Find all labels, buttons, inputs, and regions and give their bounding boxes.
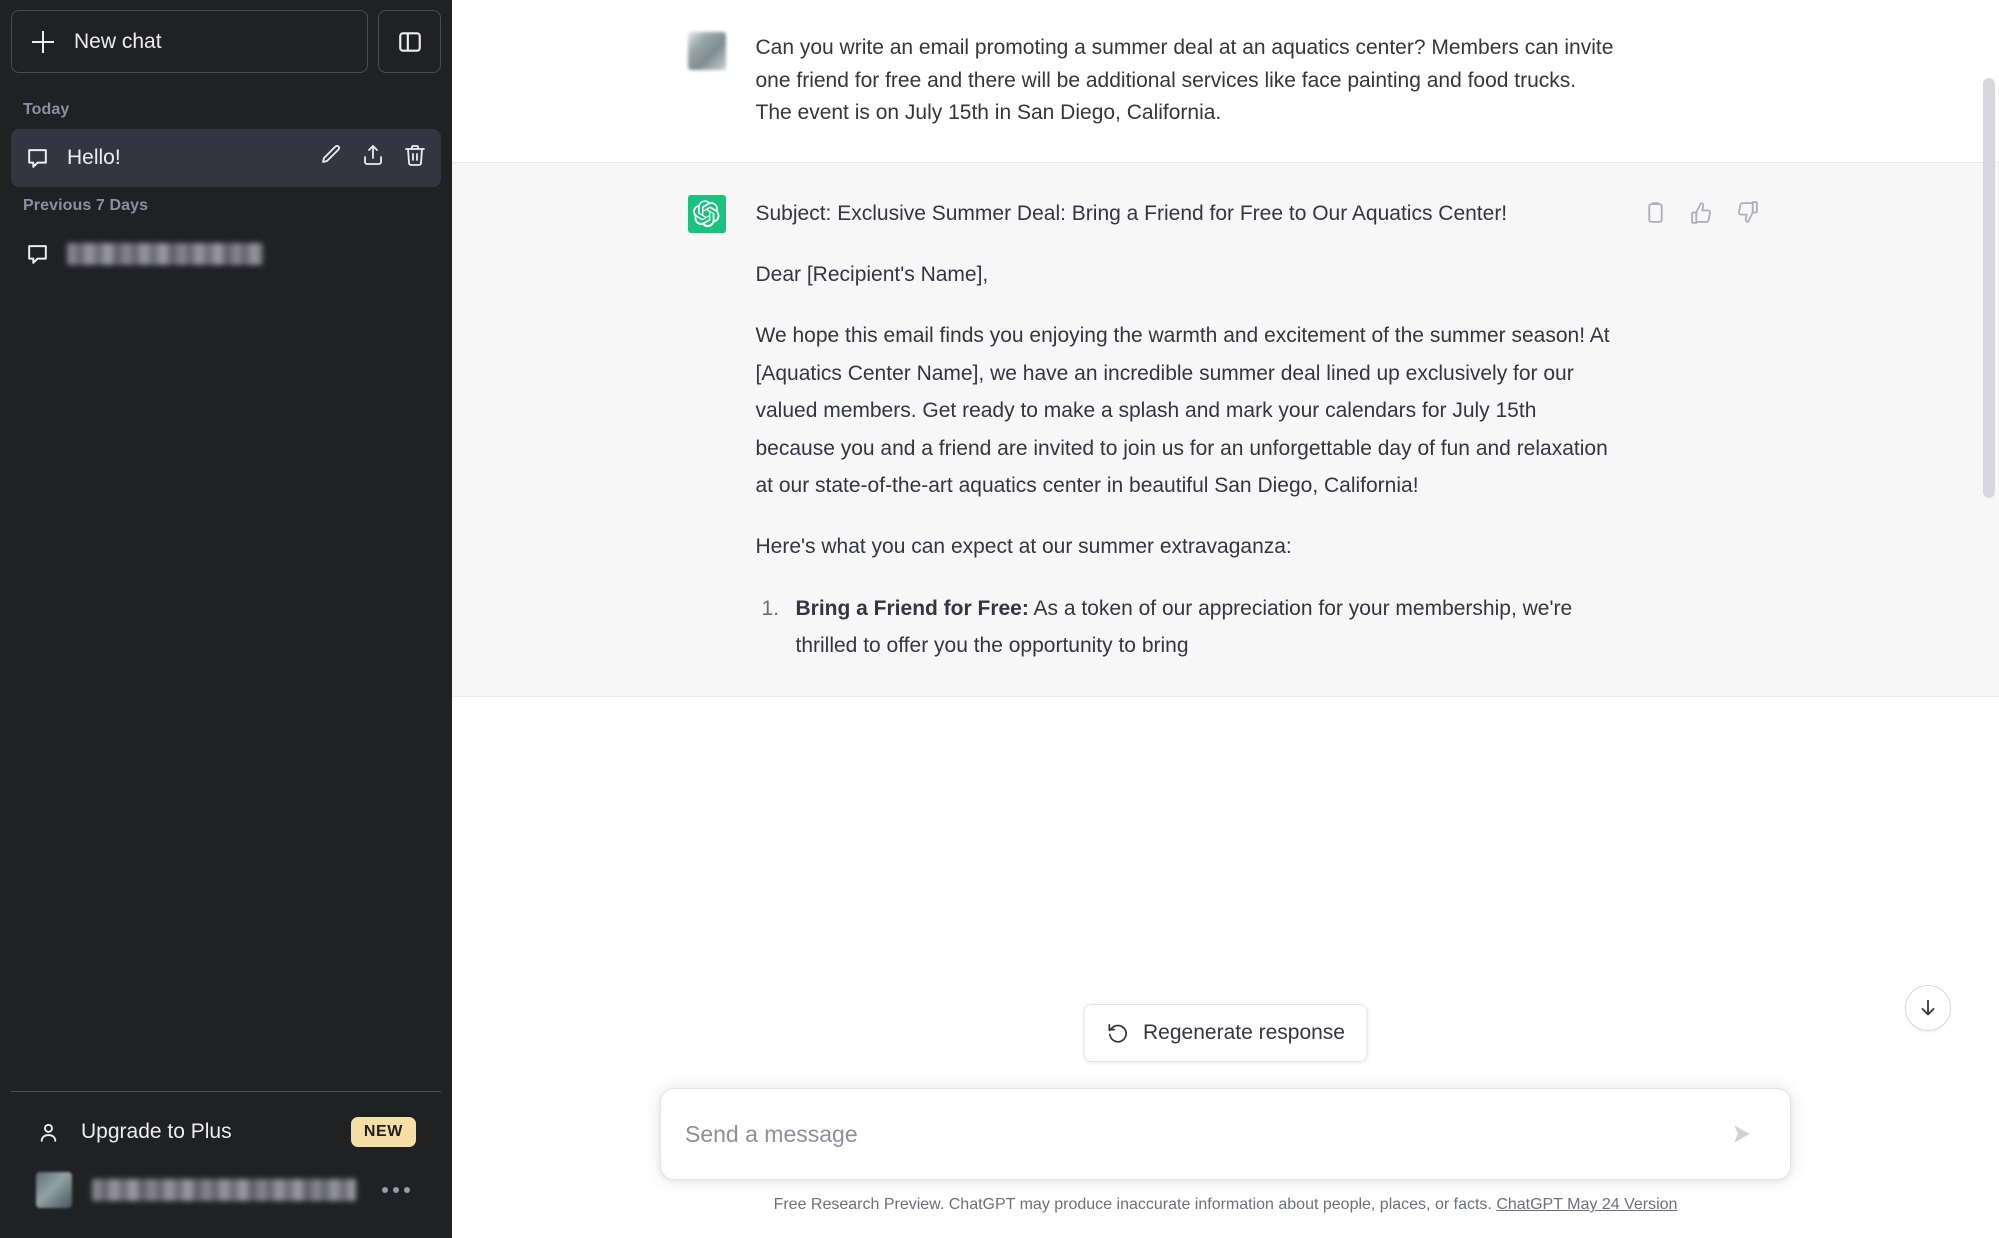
new-chat-label: New chat — [74, 29, 162, 53]
chatgpt-app: New chat Today Hello! Previous 7 Days Up… — [0, 0, 1999, 1238]
avatar — [36, 1172, 72, 1208]
arrow-down-icon — [1921, 999, 1935, 1016]
message-assistant: Subject: Exclusive Summer Deal: Bring a … — [452, 161, 1999, 698]
chat-history-item-redacted[interactable] — [11, 225, 441, 283]
assistant-greeting: Dear [Recipient's Name], — [755, 263, 989, 287]
assistant-message-body: Subject: Exclusive Summer Deal: Bring a … — [756, 195, 1616, 665]
message-user: Can you write an email promoting a summe… — [452, 0, 1999, 162]
user-avatar — [687, 32, 726, 70]
ellipsis-icon[interactable] — [376, 1181, 416, 1199]
chat-history-item-hello[interactable]: Hello! — [11, 129, 441, 187]
thumbs-up-icon[interactable] — [1686, 197, 1718, 229]
footer-disclaimer-text: Free Research Preview. ChatGPT may produ… — [773, 1196, 1492, 1213]
section-label-today: Today — [23, 101, 70, 118]
new-badge: NEW — [350, 1117, 416, 1147]
assistant-expect-line: Here's what you can expect at our summer… — [755, 535, 1292, 559]
list-item-title: Bring a Friend for Free: — [795, 596, 1029, 620]
sidebar-header: New chat — [0, 0, 452, 73]
openai-mark-icon — [693, 200, 720, 228]
send-button[interactable] — [1722, 1114, 1762, 1154]
main-content: Can you write an email promoting a summe… — [452, 0, 1999, 1238]
sidebar-panel-icon — [398, 31, 421, 52]
sidebar: New chat Today Hello! Previous 7 Days Up… — [0, 0, 452, 1238]
upgrade-to-plus-button[interactable]: Upgrade to Plus NEW — [22, 1103, 430, 1161]
thumbs-down-icon[interactable] — [1732, 197, 1764, 229]
section-label-previous-7-days: Previous 7 Days — [23, 197, 149, 214]
sidebar-toggle-button[interactable] — [378, 10, 441, 73]
share-icon[interactable] — [361, 143, 385, 173]
regenerate-response-button[interactable]: Regenerate response — [1083, 1004, 1368, 1062]
composer-area: Regenerate response Free Research Previe… — [452, 1004, 1999, 1238]
message-action-bar — [1640, 197, 1764, 229]
assistant-numbered-list: Bring a Friend for Free: As a token of o… — [756, 590, 1616, 665]
plus-icon — [32, 30, 54, 53]
chat-history-item-title: Hello! — [67, 146, 121, 169]
footer-disclaimer: Free Research Preview. ChatGPT may produ… — [660, 1180, 1791, 1224]
copy-icon[interactable] — [1640, 197, 1672, 229]
chat-item-actions — [319, 143, 427, 173]
redacted-chat-title — [67, 243, 263, 265]
scroll-to-bottom-button[interactable] — [1905, 985, 1951, 1031]
user-message-text: Can you write an email promoting a summe… — [755, 36, 1614, 125]
refresh-icon — [1108, 1023, 1127, 1043]
send-arrow-icon — [1734, 1125, 1750, 1143]
user-message-body: Can you write an email promoting a summe… — [756, 32, 1616, 130]
trash-icon[interactable] — [403, 143, 427, 173]
upgrade-label: Upgrade to Plus — [81, 1120, 232, 1143]
person-icon — [40, 1123, 57, 1142]
assistant-subject-line: Subject: Exclusive Summer Deal: Bring a … — [755, 201, 1508, 225]
sidebar-footer: Upgrade to Plus NEW — [11, 1091, 441, 1230]
assistant-intro-paragraph: We hope this email finds you enjoying th… — [755, 324, 1610, 497]
new-chat-button[interactable]: New chat — [11, 10, 368, 73]
chatgpt-logo — [687, 194, 726, 233]
chat-bubble-icon — [28, 244, 47, 264]
list-item: Bring a Friend for Free: As a token of o… — [756, 590, 1616, 665]
edit-icon[interactable] — [319, 143, 343, 173]
regenerate-response-label: Regenerate response — [1143, 1021, 1345, 1044]
vertical-scrollbar[interactable] — [1983, 78, 1995, 498]
chat-history-list[interactable]: Today Hello! Previous 7 Days — [0, 91, 452, 1091]
account-name-redacted — [92, 1179, 356, 1201]
account-button[interactable] — [22, 1161, 430, 1219]
message-input[interactable] — [685, 1120, 1722, 1148]
chat-bubble-icon — [28, 148, 47, 168]
version-link[interactable]: ChatGPT May 24 Version — [1496, 1196, 1677, 1213]
message-composer[interactable] — [660, 1088, 1791, 1180]
